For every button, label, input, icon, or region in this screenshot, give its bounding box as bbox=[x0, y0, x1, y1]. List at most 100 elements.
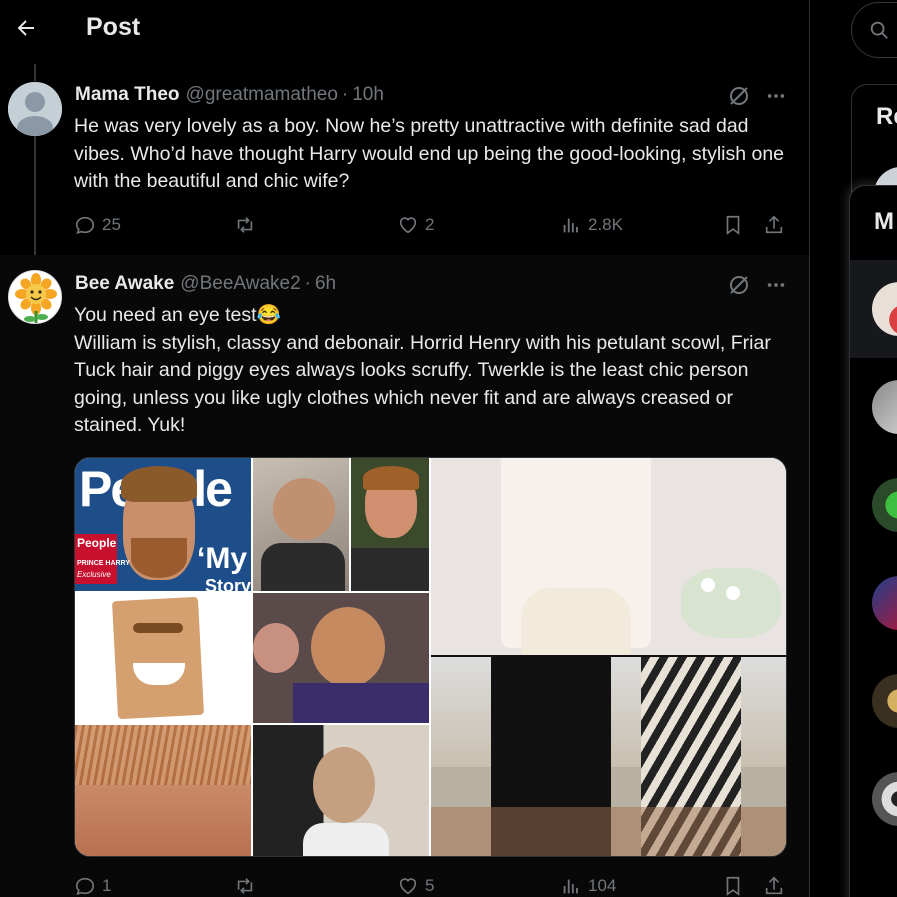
reply-icon bbox=[75, 216, 95, 235]
view-count: 2.8K bbox=[588, 215, 623, 234]
separator-dot: · bbox=[341, 84, 349, 105]
grok-icon[interactable] bbox=[727, 273, 751, 297]
magazine-quote: ‘My bbox=[197, 542, 248, 575]
message-row[interactable] bbox=[850, 358, 897, 456]
magazine-corner-label: People bbox=[77, 536, 117, 550]
tweet-tools bbox=[727, 273, 787, 297]
tweet-text: You need an eye test😂 William is stylish… bbox=[74, 302, 789, 440]
message-row[interactable] bbox=[850, 652, 897, 750]
message-row[interactable] bbox=[850, 554, 897, 652]
message-row[interactable] bbox=[850, 260, 897, 358]
avatar[interactable] bbox=[8, 82, 62, 136]
bookmark-icon bbox=[726, 876, 740, 896]
tweet[interactable]: Bee Awake @BeeAwake2 · 6h You need an ey… bbox=[0, 255, 809, 897]
magazine-sub-label: PRINCE HARRY bbox=[77, 560, 131, 567]
magazine-cover-image: People People PRINCE HARRY Exclusive ‘My… bbox=[75, 458, 251, 591]
share-button[interactable] bbox=[763, 214, 785, 236]
search-icon bbox=[870, 21, 888, 39]
sunflower-avatar-icon bbox=[9, 271, 61, 323]
avatar bbox=[872, 674, 897, 728]
reply-icon bbox=[75, 877, 95, 896]
avatar bbox=[872, 380, 897, 434]
timestamp[interactable]: 6h bbox=[315, 273, 336, 295]
like-button[interactable]: 2 bbox=[397, 214, 434, 236]
hair-shape bbox=[121, 466, 197, 502]
search-input[interactable] bbox=[851, 2, 897, 58]
like-count: 5 bbox=[425, 876, 435, 895]
more-dots-icon[interactable] bbox=[765, 274, 787, 296]
more-dots-icon[interactable] bbox=[765, 85, 787, 107]
photo-grinning-man bbox=[75, 593, 251, 723]
tweet-header: Bee Awake @BeeAwake2 · 6h bbox=[75, 273, 336, 295]
page-title: Post bbox=[86, 13, 141, 41]
avatar bbox=[872, 576, 897, 630]
tweet-paragraph: He was very lovely as a boy. Now he’s pr… bbox=[74, 115, 785, 192]
tweet-media[interactable]: People People PRINCE HARRY Exclusive ‘My… bbox=[74, 457, 787, 857]
right-sidebar: Re M bbox=[811, 0, 897, 897]
view-count: 104 bbox=[588, 876, 617, 895]
share-icon bbox=[765, 876, 783, 895]
author-handle[interactable]: @greatmamatheo bbox=[186, 84, 338, 106]
tweet-paragraph: William is stylish, classy and debonair.… bbox=[74, 331, 771, 437]
reply-count: 1 bbox=[102, 876, 112, 895]
avatar bbox=[872, 478, 897, 532]
messages-title: M bbox=[874, 208, 894, 235]
reply-button[interactable]: 1 bbox=[74, 875, 111, 897]
default-avatar-icon bbox=[8, 82, 62, 136]
magazine-sub-label-2: Exclusive bbox=[77, 570, 111, 579]
message-row[interactable] bbox=[850, 456, 897, 554]
separator-dot: · bbox=[304, 273, 311, 294]
author-name[interactable]: Mama Theo bbox=[75, 84, 180, 106]
timestamp[interactable]: 10h bbox=[352, 84, 384, 106]
bookmark-icon bbox=[726, 215, 740, 235]
tweet-text: He was very lovely as a boy. Now he’s pr… bbox=[74, 113, 789, 196]
share-button[interactable] bbox=[763, 875, 785, 897]
reply-count: 25 bbox=[102, 215, 121, 234]
tweet-paragraph: You need an eye test😂 bbox=[74, 304, 281, 326]
heart-icon bbox=[399, 217, 417, 234]
repost-button[interactable] bbox=[234, 214, 262, 236]
views-icon bbox=[563, 218, 578, 233]
messages-panel: M bbox=[849, 185, 897, 897]
grok-icon[interactable] bbox=[727, 84, 751, 108]
photo-back-of-head bbox=[253, 725, 429, 856]
page-header: Post bbox=[0, 0, 809, 56]
repost-icon bbox=[237, 217, 253, 233]
repost-button[interactable] bbox=[234, 875, 262, 897]
photo-hair-closeup bbox=[75, 725, 251, 856]
message-row[interactable] bbox=[850, 750, 897, 848]
views-icon bbox=[563, 879, 578, 894]
photo-bald-spot-crowd bbox=[253, 593, 429, 723]
bookmark-button[interactable] bbox=[722, 875, 744, 897]
main-column: Post Mama Theo @greatmamatheo · 10h He w… bbox=[0, 0, 810, 897]
photo-white-suit bbox=[431, 458, 786, 655]
like-count: 2 bbox=[425, 215, 435, 234]
magazine-quote-2: Story bbox=[205, 576, 251, 591]
arrow-left-icon bbox=[17, 20, 34, 36]
bookmark-button[interactable] bbox=[722, 214, 744, 236]
avatar[interactable] bbox=[8, 270, 62, 324]
share-icon bbox=[765, 215, 783, 234]
tweet-header: Mama Theo @greatmamatheo · 10h bbox=[75, 84, 384, 106]
photo-smiling-man bbox=[351, 458, 429, 591]
repost-icon bbox=[237, 878, 253, 894]
back-button[interactable] bbox=[8, 10, 44, 46]
author-name[interactable]: Bee Awake bbox=[75, 273, 174, 295]
heart-icon bbox=[399, 878, 417, 895]
tweet-tools bbox=[727, 84, 787, 108]
media-divider bbox=[431, 655, 786, 657]
avatar bbox=[872, 772, 897, 826]
author-handle[interactable]: @BeeAwake2 bbox=[180, 273, 300, 295]
views-button[interactable]: 2.8K bbox=[560, 214, 623, 236]
photo-bowed-head bbox=[253, 458, 349, 591]
tweet-actions: 1 5 104 bbox=[74, 875, 789, 897]
media-divider bbox=[429, 458, 431, 856]
views-button[interactable]: 104 bbox=[560, 875, 616, 897]
relevant-people-title: Re bbox=[876, 103, 897, 130]
reply-button[interactable]: 25 bbox=[74, 214, 121, 236]
avatar bbox=[872, 282, 897, 336]
like-button[interactable]: 5 bbox=[397, 875, 434, 897]
photo-couple-walking bbox=[431, 657, 786, 856]
beard-shape bbox=[131, 538, 187, 578]
tweet[interactable]: Mama Theo @greatmamatheo · 10h He was ve… bbox=[0, 64, 809, 254]
